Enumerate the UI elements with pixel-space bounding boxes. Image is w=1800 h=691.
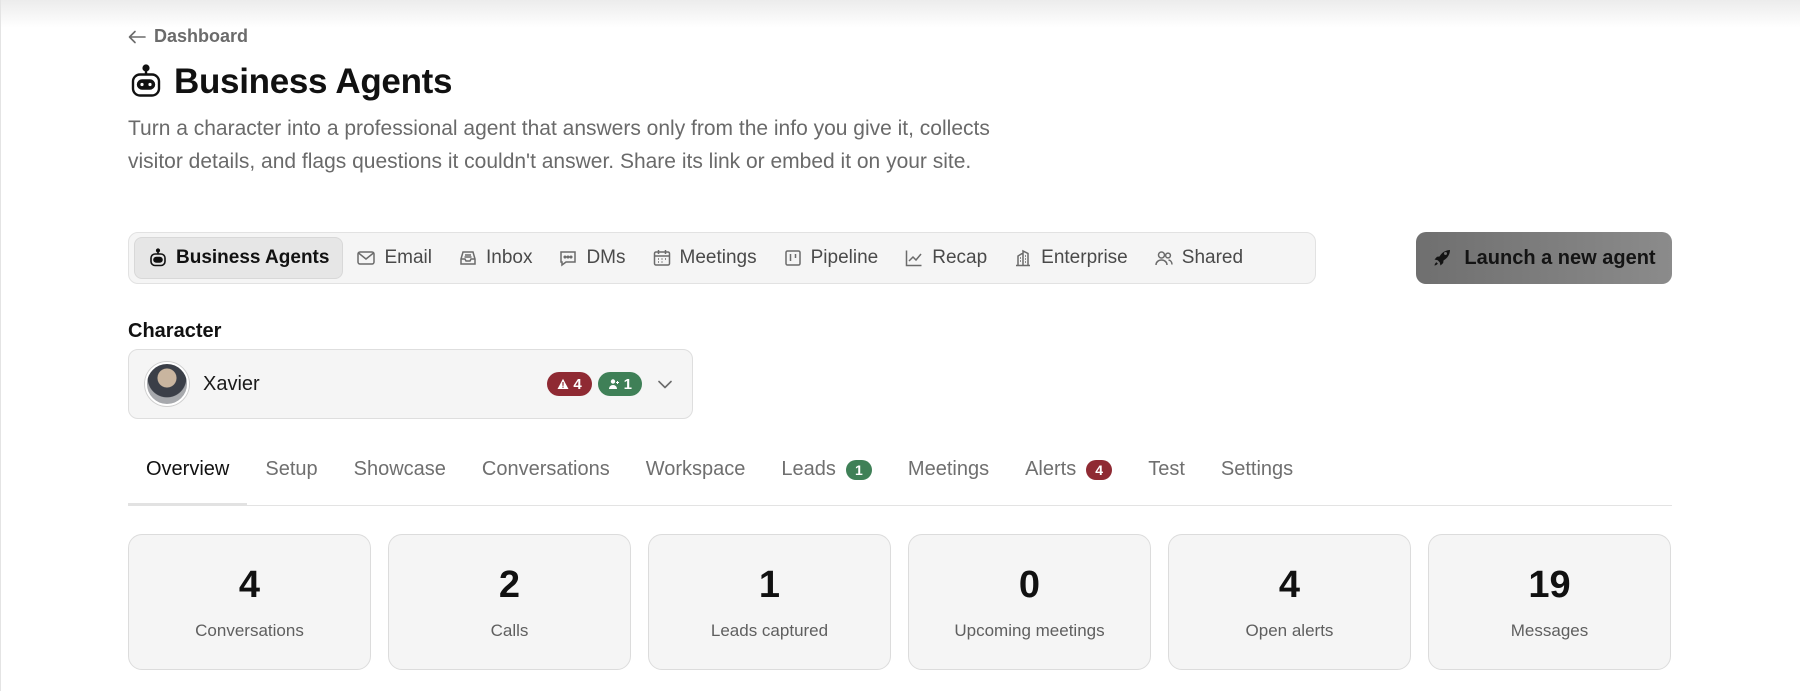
stat-label: Conversations — [195, 620, 304, 640]
stat-value: 19 — [1528, 563, 1571, 606]
alerts-count: 4 — [573, 375, 582, 393]
stat-label: Open alerts — [1245, 620, 1334, 640]
nav-label: Shared — [1181, 247, 1244, 268]
top-shadow — [0, 0, 1800, 28]
robot-icon — [131, 64, 161, 97]
tab-settings[interactable]: Settings — [1203, 448, 1311, 505]
stat-label: Upcoming meetings — [954, 620, 1105, 640]
nav-item-recap[interactable]: Recap — [891, 237, 1000, 279]
character-select[interactable]: Xavier 4 1 — [128, 349, 693, 419]
stat-card-upcoming-meetings: 0 Upcoming meetings — [908, 534, 1151, 670]
nav-item-pipeline[interactable]: Pipeline — [770, 237, 892, 279]
page-edge — [0, 0, 1, 691]
alerts-badge: 4 — [1086, 459, 1113, 480]
tab-conversations[interactable]: Conversations — [464, 448, 628, 505]
nav-label: Recap — [932, 247, 988, 268]
nav-label: Enterprise — [1041, 247, 1128, 268]
robot-icon — [150, 248, 166, 267]
chevron-down-icon — [658, 380, 672, 389]
nav-label: Meetings — [679, 247, 757, 268]
tab-label: Setup — [265, 458, 318, 480]
tab-test[interactable]: Test — [1130, 448, 1203, 505]
feature-nav: Business Agents Email Inbox DMs Meetings… — [128, 232, 1316, 284]
nav-label: Email — [384, 247, 432, 268]
tab-showcase[interactable]: Showcase — [336, 448, 464, 505]
nav-label: DMs — [586, 247, 626, 268]
users-icon — [1155, 251, 1173, 266]
agent-tabs: Overview Setup Showcase Conversations Wo… — [128, 448, 1672, 506]
nav-item-enterprise[interactable]: Enterprise — [1000, 237, 1141, 279]
stat-label: Calls — [490, 620, 529, 640]
launch-new-agent-button[interactable]: Launch a new agent — [1416, 232, 1672, 284]
stat-label: Leads captured — [710, 620, 829, 640]
character-label: Character — [128, 320, 222, 342]
stat-card-calls: 2 Calls — [388, 534, 631, 670]
launch-button-label: Launch a new agent — [1464, 246, 1656, 269]
stat-card-messages: 19 Messages — [1428, 534, 1671, 670]
back-link-label: Dashboard — [154, 26, 249, 46]
stat-label: Messages — [1510, 620, 1589, 640]
leads-pill: 1 — [597, 372, 642, 396]
tab-leads[interactable]: Leads 1 — [763, 448, 890, 505]
character-name: Xavier — [203, 372, 260, 395]
tab-setup[interactable]: Setup — [247, 448, 335, 505]
message-icon — [560, 251, 577, 267]
nav-item-dms[interactable]: DMs — [545, 237, 638, 279]
tab-label: Showcase — [353, 458, 446, 480]
warning-icon — [557, 378, 569, 389]
building-icon — [1016, 249, 1031, 267]
mail-icon — [357, 251, 376, 265]
tab-workspace[interactable]: Workspace — [628, 448, 764, 505]
page-description: Turn a character into a professional age… — [128, 117, 990, 173]
nav-label: Pipeline — [810, 247, 879, 268]
kanban-icon — [784, 250, 801, 266]
nav-item-shared[interactable]: Shared — [1141, 237, 1256, 279]
user-plus-icon — [608, 379, 619, 389]
inbox-icon — [460, 251, 476, 265]
stat-value: 4 — [238, 563, 261, 606]
stat-card-leads-captured: 1 Leads captured — [648, 534, 891, 670]
title-row: Business Agents — [128, 62, 452, 102]
tab-label: Alerts — [1025, 458, 1077, 480]
nav-item-meetings[interactable]: Meetings — [639, 237, 770, 279]
tab-label: Conversations — [481, 458, 610, 480]
page-title: Business Agents — [174, 62, 453, 101]
nav-item-inbox[interactable]: Inbox — [445, 237, 545, 279]
tab-label: Overview — [146, 458, 230, 480]
tab-meetings[interactable]: Meetings — [890, 448, 1007, 505]
stat-card-open-alerts: 4 Open alerts — [1168, 534, 1411, 670]
leads-count: 1 — [623, 375, 632, 393]
nav-item-email[interactable]: Email — [343, 237, 445, 279]
avatar — [145, 362, 189, 406]
stat-value: 2 — [498, 563, 521, 606]
nav-item-business-agents[interactable]: Business Agents — [134, 237, 344, 279]
stat-card-conversations: 4 Conversations — [128, 534, 371, 670]
tab-label: Settings — [1220, 458, 1294, 480]
nav-label: Business Agents — [176, 247, 330, 268]
tab-label: Leads — [781, 458, 836, 480]
stats-grid: 4 Conversations 2 Calls 1 Leads captured… — [128, 534, 1671, 670]
stat-value: 4 — [1278, 563, 1301, 606]
nav-label: Inbox — [485, 247, 533, 268]
tab-label: Meetings — [907, 458, 990, 480]
calendar-icon — [653, 250, 670, 266]
tab-overview[interactable]: Overview — [128, 448, 248, 506]
rocket-icon — [1434, 250, 1451, 266]
alerts-pill: 4 — [547, 372, 592, 396]
stat-value: 0 — [1018, 563, 1041, 606]
chart-line-icon — [905, 250, 922, 267]
back-to-dashboard-link[interactable]: Dashboard — [128, 26, 248, 47]
tab-label: Test — [1148, 458, 1185, 480]
tab-alerts[interactable]: Alerts 4 — [1007, 448, 1130, 505]
leads-badge: 1 — [845, 459, 872, 480]
arrow-left-icon — [128, 30, 146, 43]
stat-value: 1 — [758, 563, 781, 606]
tab-label: Workspace — [645, 458, 746, 480]
